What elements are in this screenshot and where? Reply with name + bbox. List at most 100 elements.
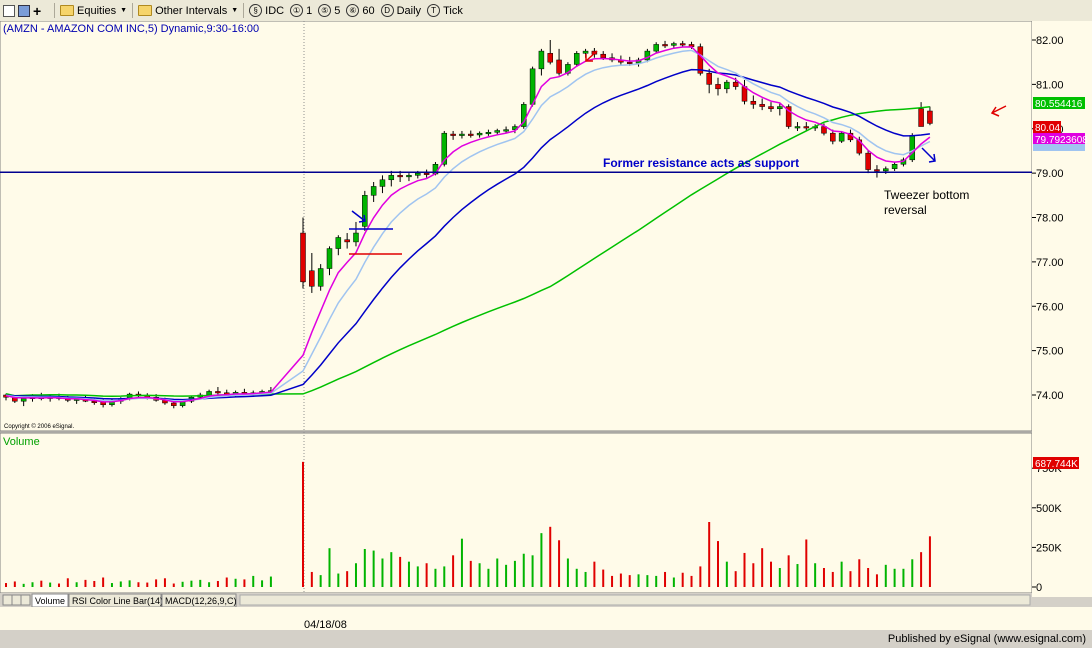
tweezer-annotation-line1: Tweezer bottom xyxy=(884,188,969,202)
interval-1-button[interactable]: ①1 xyxy=(287,1,315,20)
price-tick-label: 76.00 xyxy=(1036,301,1064,313)
tab-macd-label: MACD(12,26,9,C) xyxy=(165,596,237,606)
lightblue-ma-label-box xyxy=(1033,144,1085,151)
folder-icon xyxy=(60,5,74,16)
candle-body xyxy=(326,248,333,269)
volume-title: Volume xyxy=(3,436,40,448)
first-tab-button[interactable] xyxy=(2,594,13,606)
horizontal-scrollbar[interactable] xyxy=(239,594,1031,606)
separator xyxy=(54,3,55,18)
candle-body xyxy=(777,106,783,110)
green-ma-label: 80.554416 xyxy=(1035,99,1083,110)
dropdown-arrow-icon: ▼ xyxy=(120,7,128,14)
candle-body xyxy=(300,232,306,283)
window-icon[interactable] xyxy=(18,4,30,17)
price-tick-label: 79.00 xyxy=(1036,168,1064,180)
candle-body xyxy=(529,68,536,105)
support-annotation: Former resistance acts as support xyxy=(603,156,799,170)
clock-icon: ① xyxy=(290,4,304,17)
candle-body xyxy=(715,84,721,90)
candle-body xyxy=(600,53,606,59)
candle-body xyxy=(918,108,924,127)
price-tick-label: 78.00 xyxy=(1036,213,1064,225)
idc-button[interactable]: § IDC xyxy=(246,1,287,20)
candle-body xyxy=(927,110,933,124)
candle-body xyxy=(353,232,359,243)
candle-body xyxy=(732,81,739,87)
candle-body xyxy=(415,172,421,176)
candle-body xyxy=(706,73,712,85)
candle-body xyxy=(388,175,395,181)
candle-body xyxy=(397,175,403,178)
calendar-icon: D xyxy=(380,4,394,17)
volume-panel xyxy=(0,432,1033,594)
candle-body xyxy=(547,53,553,63)
status-bar: Published by eSignal (www.esignal.com) xyxy=(0,630,1092,648)
price-tick-label: 74.00 xyxy=(1036,390,1064,402)
candle-body xyxy=(485,132,492,135)
interval-5-label: 5 xyxy=(334,4,341,17)
next-tab-button[interactable] xyxy=(20,594,31,606)
tab-rsi-label: RSI Color Line Bar(14) xyxy=(72,596,163,606)
candle-body xyxy=(679,43,686,46)
candle-body xyxy=(626,61,633,64)
copyright-text: Copyright © 2006 eSignal. xyxy=(4,423,74,430)
tick-button[interactable]: T Tick xyxy=(424,1,466,20)
interval-60-label: 60 xyxy=(362,4,375,17)
tweezer-annotation-line2: reversal xyxy=(884,203,927,217)
tick-icon: T xyxy=(427,4,441,17)
candle-body xyxy=(450,133,456,136)
volume-tick-label: 500K xyxy=(1036,503,1062,515)
candle-body xyxy=(459,133,465,136)
candle-body xyxy=(317,268,324,287)
plus-icon[interactable]: + xyxy=(33,4,46,18)
candle-body xyxy=(476,132,483,136)
daily-button[interactable]: D Daily xyxy=(378,1,424,20)
equities-label: Equities xyxy=(77,4,117,17)
tab-scroll-buttons[interactable] xyxy=(2,594,31,606)
prev-tab-button[interactable] xyxy=(11,594,22,606)
candle-body xyxy=(503,129,509,132)
time-axis-panel xyxy=(0,607,1092,630)
candle-body xyxy=(865,152,871,170)
price-tick-label: 77.00 xyxy=(1036,257,1064,269)
candle-body xyxy=(335,237,342,249)
candle-body xyxy=(883,168,889,172)
candle-body xyxy=(891,164,898,169)
other-intervals-label: Other Intervals xyxy=(155,4,228,17)
candle-body xyxy=(794,126,801,129)
candle-body xyxy=(803,126,810,129)
candle-body xyxy=(582,50,589,54)
candle-body xyxy=(406,175,412,178)
separator xyxy=(132,3,134,18)
price-panel xyxy=(0,21,1033,432)
candle-body xyxy=(671,43,677,46)
candle-body xyxy=(379,179,386,187)
idc-label: IDC xyxy=(265,4,285,17)
candle-body xyxy=(909,135,916,161)
interval-60-button[interactable]: ⑥ 60 xyxy=(343,1,377,20)
candle-body xyxy=(838,132,845,142)
price-tick-label: 75.00 xyxy=(1036,346,1064,358)
separator xyxy=(243,3,245,18)
daily-label: Daily xyxy=(396,4,422,17)
candle-body xyxy=(759,104,765,107)
toolbar-icons[interactable]: + xyxy=(0,1,52,20)
price-chart[interactable]: 82.0081.0080.0079.0078.0077.0076.0075.00… xyxy=(0,21,1092,630)
candle-body xyxy=(538,50,545,70)
other-intervals-menu[interactable]: Other Intervals ▼ xyxy=(135,1,241,20)
candle-body xyxy=(573,53,580,65)
toolbar: + Equities ▼ Other Intervals ▼ § IDC ①1 ⑤… xyxy=(0,0,1092,22)
chart-icon[interactable] xyxy=(3,4,15,17)
equities-menu[interactable]: Equities ▼ xyxy=(57,1,130,20)
candle-body xyxy=(215,391,221,394)
last-price-label: 80.04 xyxy=(1035,123,1060,134)
interval-5-button[interactable]: ⑤5 xyxy=(315,1,343,20)
candle-body xyxy=(309,270,315,287)
interval-1-label: 1 xyxy=(306,4,313,17)
last-volume-label: 687.744K xyxy=(1035,459,1078,470)
candle-body xyxy=(206,391,212,396)
candle-body xyxy=(556,59,562,74)
date-label: 04/18/08 xyxy=(304,619,347,630)
clock-icon: § xyxy=(249,4,263,17)
